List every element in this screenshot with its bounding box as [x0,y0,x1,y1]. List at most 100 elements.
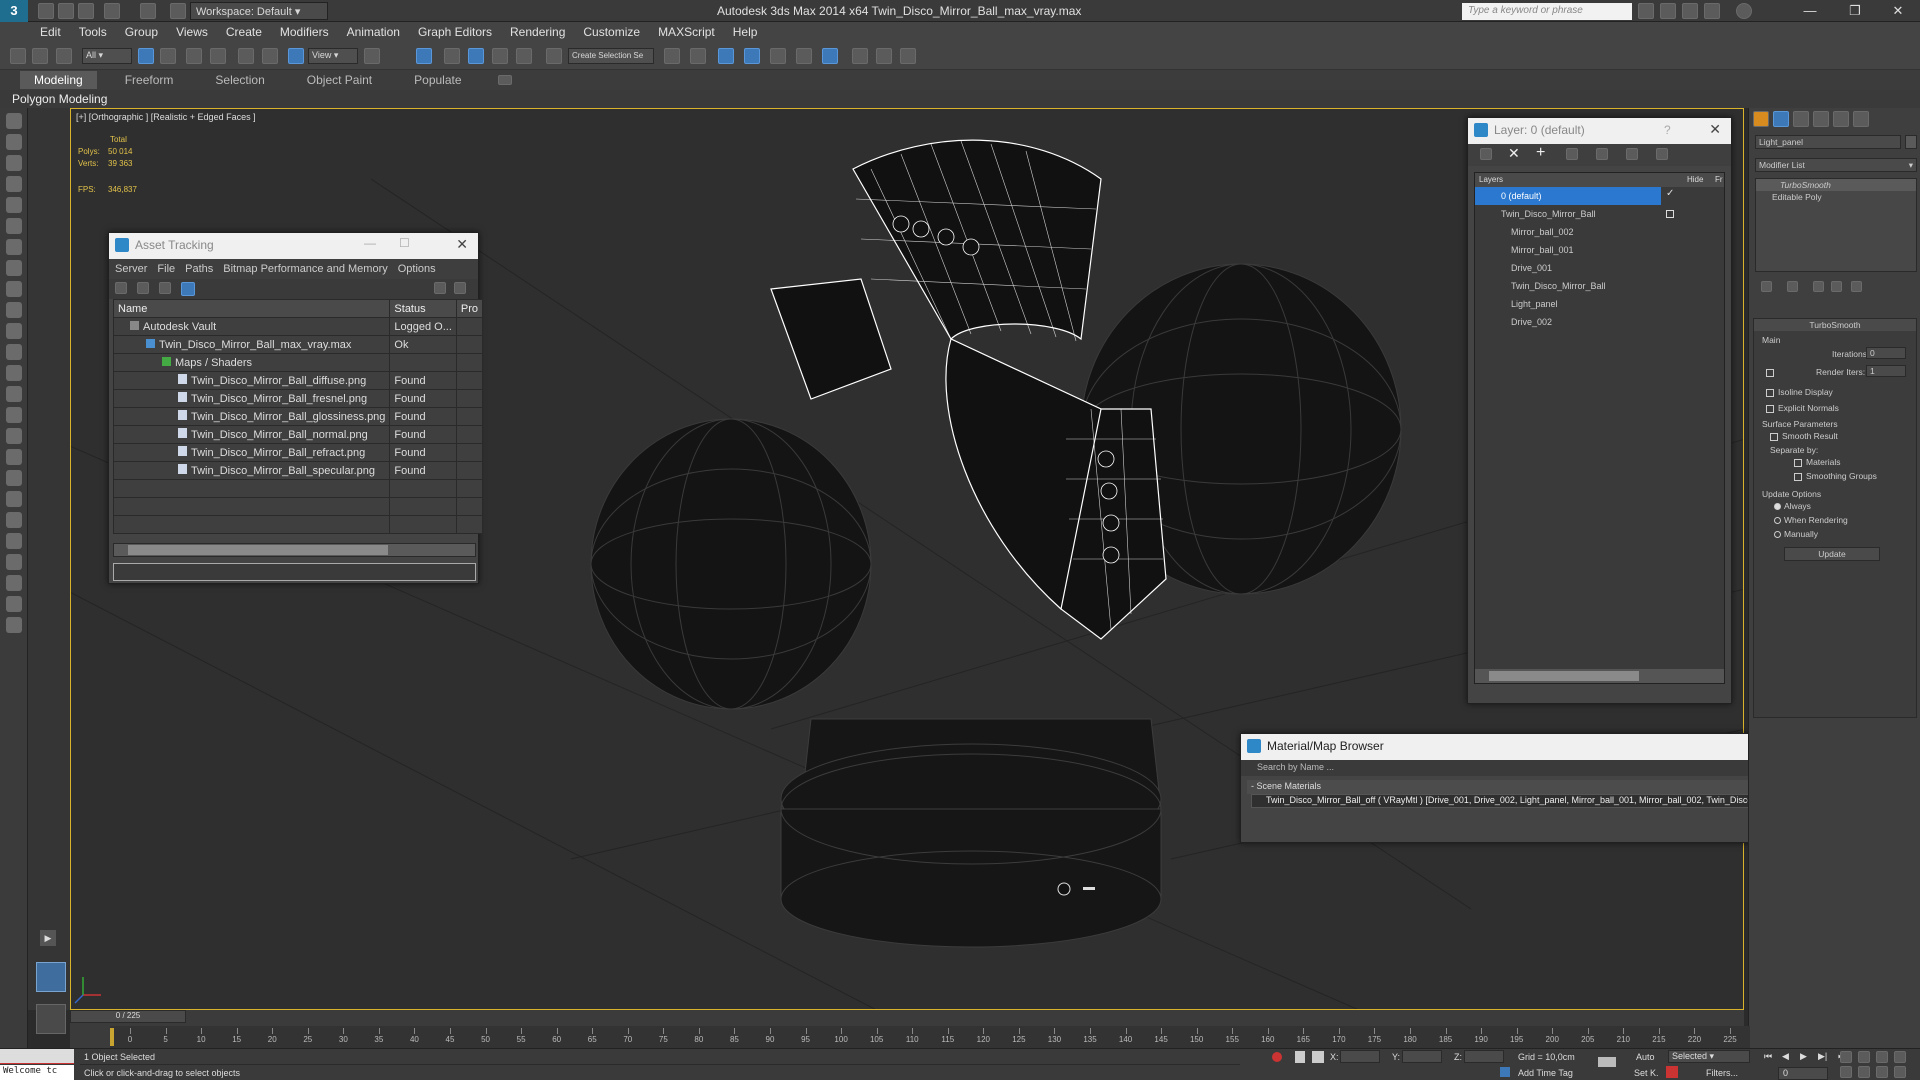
layer-add-icon[interactable] [1480,148,1492,160]
create-geometry-icon[interactable] [6,113,22,129]
select-manipulate-icon[interactable] [416,48,432,64]
systems-icon[interactable] [6,386,22,402]
layer-explorer-titlebar[interactable]: Layer: 0 (default) ? ✕ [1468,118,1731,144]
auto-key-button[interactable]: Auto [1636,1052,1655,1062]
minimize-button[interactable]: — [1790,0,1830,22]
workspace-dropdown[interactable]: Workspace: Default ▾ [190,2,328,20]
refresh-icon[interactable] [115,282,127,294]
space-warps-icon[interactable] [6,365,22,381]
align-icon[interactable] [690,48,706,64]
shapes-icon[interactable] [6,281,22,297]
asset-menu-paths[interactable]: Paths [185,263,213,275]
teapot-icon[interactable] [6,239,22,255]
time-slider[interactable]: 0 / 225 [70,1010,186,1023]
layer-help-button[interactable]: ? [1664,123,1671,137]
absolute-mode-icon[interactable] [1312,1051,1324,1063]
display-tab-icon[interactable] [1833,111,1849,127]
field-of-view-icon[interactable] [1840,1066,1852,1078]
layer-hide-toggle[interactable] [1666,210,1674,218]
search-input[interactable]: Type a keyword or phrase [1462,3,1632,20]
set-key-icon[interactable] [1666,1066,1678,1078]
table-row[interactable]: Twin_Disco_Mirror_Ball_diffuse.png Found [112,371,484,390]
zoom-icon[interactable] [1840,1051,1852,1063]
maximize-button[interactable]: ❐ [1835,0,1875,22]
box-icon[interactable] [6,134,22,150]
hierarchy-tab-icon[interactable] [1793,111,1809,127]
helpers-icon[interactable] [6,344,22,360]
table-row[interactable]: Twin_Disco_Mirror_Ball_normal.png Found [112,425,484,444]
character-icon[interactable] [6,554,22,570]
maximize-viewport-icon[interactable] [1894,1066,1906,1078]
table-row[interactable]: Maps / Shaders [112,353,484,372]
lights-icon[interactable] [6,302,22,318]
tab-populate[interactable]: Populate [400,71,475,89]
render-production-icon[interactable] [900,48,916,64]
utilities-tab-icon[interactable] [1853,111,1869,127]
motion-tab-icon[interactable] [1813,111,1829,127]
table-row[interactable]: Twin_Disco_Mirror_Ball_glossiness.png Fou… [112,407,484,426]
menu-customize[interactable]: Customize [583,25,640,39]
render-setup-icon[interactable] [852,48,868,64]
active-layer-check-icon[interactable]: ✓ [1666,188,1674,199]
layer-row[interactable]: Drive_001 [1475,259,1724,277]
sphere-icon[interactable] [6,176,22,192]
table-row[interactable]: Twin_Disco_Mirror_Ball_max_vray.max Ok [112,335,484,354]
subscription-icon[interactable] [1660,3,1676,19]
binoculars-icon[interactable] [1638,3,1654,19]
menu-group[interactable]: Group [125,25,158,39]
table-row[interactable]: Autodesk Vault Logged O... [112,317,484,336]
move-icon[interactable] [238,48,254,64]
ribbon-options-icon[interactable] [497,75,512,85]
layer-hide-icon[interactable] [1626,148,1638,160]
prev-frame-icon[interactable]: ◀ [1782,1051,1789,1062]
layer-scroll-thumb[interactable] [1489,671,1639,681]
render-iters-spinner[interactable]: 1 [1866,365,1906,377]
key-icon[interactable] [1598,1057,1616,1067]
favorites-star-icon[interactable] [1704,3,1720,19]
select-object-icon[interactable] [138,48,154,64]
column-name[interactable]: Name [112,299,391,318]
menu-create[interactable]: Create [226,25,262,39]
isolate-icon[interactable] [1272,1052,1282,1062]
layer-select-icon[interactable] [1566,148,1578,160]
scene-explorer-icon[interactable] [718,48,734,64]
y-coordinate-field[interactable] [1402,1050,1442,1063]
isoline-checkbox[interactable] [1766,389,1774,397]
spinner-snap-icon[interactable] [516,48,532,64]
layer-create-icon[interactable]: + [1536,144,1545,162]
unlink-icon[interactable] [32,48,48,64]
viewport-layout-icon[interactable] [36,962,66,992]
iterations-spinner[interactable]: 0 [1866,347,1906,359]
asset-close-button[interactable]: ✕ [456,236,468,253]
pivot-center-icon[interactable] [364,48,380,64]
layer-close-button[interactable]: ✕ [1709,121,1721,138]
asset-menu-server[interactable]: Server [115,263,147,275]
layer-row[interactable]: Drive_002 [1475,313,1724,331]
ribbon-sublabel[interactable]: Polygon Modeling [0,90,1920,108]
create-tab-icon[interactable] [1753,111,1769,127]
explicit-normals-checkbox[interactable] [1766,405,1774,413]
environment-icon[interactable] [6,428,22,444]
render-iters-checkbox[interactable] [1766,369,1774,377]
selection-filter-dropdown[interactable]: All ▾ [82,48,132,64]
play-icon[interactable]: ▶ [1800,1051,1807,1062]
layer-row[interactable]: Twin_Disco_Mirror_Ball [1475,277,1724,295]
scene-materials-group[interactable]: - Scene Materials [1247,780,1825,794]
percent-snap-icon[interactable] [492,48,508,64]
configure-sets-icon[interactable] [1851,281,1862,292]
redo-icon[interactable] [140,3,156,19]
project-folder-icon[interactable] [170,3,186,19]
viewport-label[interactable]: [+] [Orthographic ] [Realistic + Edged F… [76,112,256,122]
communication-icon[interactable] [1682,3,1698,19]
freeze-column[interactable]: Fr [1715,175,1723,184]
pin-stack-icon[interactable] [1761,281,1772,292]
table-row[interactable]: Twin_Disco_Mirror_Ball_fresnel.png Found [112,389,484,408]
menu-maxscript[interactable]: MAXScript [658,25,715,39]
table-row[interactable]: Twin_Disco_Mirror_Ball_specular.png Found [112,461,484,480]
angle-snap-icon[interactable] [468,48,484,64]
curve-editor-icon[interactable] [796,48,812,64]
rendered-frame-window-icon[interactable] [876,48,892,64]
material-browser-titlebar[interactable]: Material/Map Browser ✕ [1241,734,1831,760]
time-tag-icon[interactable] [1500,1067,1510,1077]
tab-freeform[interactable]: Freeform [111,71,188,89]
